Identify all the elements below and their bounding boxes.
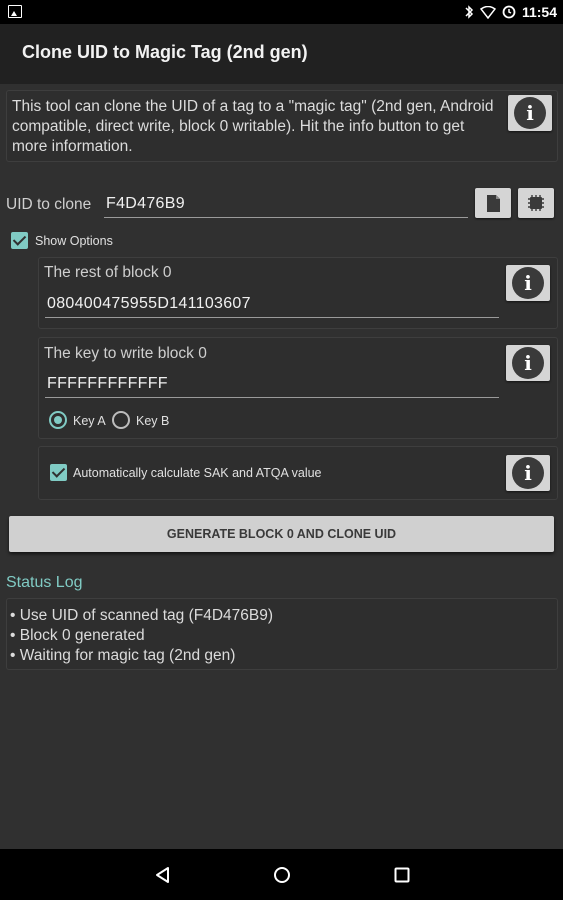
uid-label: UID to clone [6, 196, 92, 213]
rest-block0-info-button[interactable]: i [506, 265, 550, 301]
paste-icon [487, 195, 500, 212]
key-b-radio[interactable] [112, 411, 130, 429]
status-log-title: Status Log [6, 574, 83, 591]
read-tag-button[interactable] [518, 188, 554, 218]
navigation-bar [0, 849, 563, 900]
show-options-checkbox[interactable] [11, 232, 28, 249]
wifi-icon [479, 5, 496, 19]
log-line: • Use UID of scanned tag (F4D476B9) [10, 607, 274, 624]
log-line: • Waiting for magic tag (2nd gen) [10, 647, 236, 664]
key-block0-input[interactable]: FFFFFFFFFFFF [45, 372, 499, 398]
info-icon: i [512, 347, 544, 379]
info-icon: i [512, 267, 544, 299]
status-time: 11:54 [521, 4, 557, 20]
bluetooth-icon [465, 5, 474, 19]
intro-text: This tool can clone the UID of a tag to … [12, 98, 494, 155]
info-icon: i [512, 457, 544, 489]
auto-calc-info-button[interactable]: i [506, 455, 550, 491]
log-line: • Block 0 generated [10, 627, 145, 644]
key-block0-info-button[interactable]: i [506, 345, 550, 381]
auto-calc-label: Automatically calculate SAK and ATQA val… [73, 466, 322, 480]
generate-clone-button[interactable]: GENERATE BLOCK 0 AND CLONE UID [9, 516, 554, 552]
key-a-radio[interactable] [49, 411, 67, 429]
paste-uid-button[interactable] [475, 188, 511, 218]
image-icon [8, 5, 22, 18]
auto-calc-checkbox[interactable] [50, 464, 67, 481]
recents-icon[interactable] [392, 865, 412, 885]
info-icon: i [514, 97, 546, 129]
key-a-label: Key A [73, 414, 106, 428]
nfc-chip-icon [528, 195, 544, 211]
key-block0-label: The key to write block 0 [44, 345, 207, 362]
rest-block0-input[interactable]: 080400475955D141103607 [45, 292, 499, 318]
show-options-label: Show Options [35, 234, 113, 248]
home-icon[interactable] [272, 865, 292, 885]
app-bar: Clone UID to Magic Tag (2nd gen) [0, 24, 563, 84]
rest-block0-label: The rest of block 0 [44, 264, 172, 281]
key-b-label: Key B [136, 414, 170, 428]
status-log-panel: • Use UID of scanned tag (F4D476B9) • Bl… [6, 598, 558, 670]
back-icon[interactable] [153, 865, 173, 885]
page-title: Clone UID to Magic Tag (2nd gen) [22, 42, 308, 62]
alarm-icon [502, 5, 516, 19]
intro-info-button[interactable]: i [508, 95, 552, 131]
uid-input[interactable]: F4D476B9 [104, 192, 468, 218]
status-bar: 11:54 [0, 0, 563, 24]
